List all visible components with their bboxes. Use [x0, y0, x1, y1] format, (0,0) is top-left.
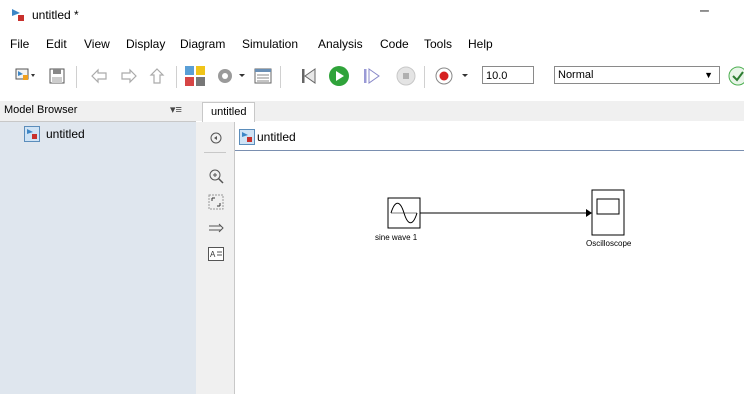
hide-show-icon — [210, 132, 222, 144]
chevron-down-icon: ▼ — [704, 70, 713, 80]
model-explorer-button[interactable] — [252, 64, 274, 88]
record-icon — [435, 67, 468, 85]
tab-untitled[interactable]: untitled — [202, 102, 256, 122]
step-back-button[interactable] — [296, 64, 320, 88]
step-forward-icon — [364, 68, 380, 84]
stop-button[interactable] — [394, 64, 418, 88]
menu-bar: File Edit View Display Diagram Simulatio… — [0, 34, 744, 56]
check-icon — [728, 66, 744, 86]
oscilloscope-block[interactable] — [591, 189, 625, 236]
svg-text:A: A — [210, 250, 216, 259]
menu-display[interactable]: Display — [126, 37, 165, 51]
signal-line[interactable] — [420, 209, 592, 217]
menu-simulation[interactable]: Simulation — [242, 37, 298, 51]
model-icon — [24, 126, 40, 142]
oscilloscope-label: Oscilloscope — [586, 239, 632, 248]
step-forward-button[interactable] — [360, 64, 384, 88]
window-title: untitled * — [32, 8, 79, 22]
minimize-button[interactable]: – — [700, 2, 709, 20]
forward-button[interactable] — [118, 64, 140, 88]
menu-tools[interactable]: Tools — [424, 37, 452, 51]
toolbar: 10.0 Normal ▼ — [0, 60, 744, 92]
model-icon — [239, 129, 255, 145]
stop-time-input[interactable]: 10.0 — [482, 66, 534, 84]
model-browser-menu-button[interactable]: ▾≡ — [170, 103, 182, 116]
sine-wave-block[interactable] — [387, 197, 421, 229]
simulink-logo-icon — [12, 9, 24, 21]
up-icon — [149, 68, 165, 84]
new-model-button[interactable] — [8, 64, 42, 88]
record-button[interactable] — [432, 64, 476, 88]
model-explorer-icon — [254, 68, 272, 84]
forward-icon — [121, 68, 137, 84]
simulation-mode-value: Normal — [558, 69, 594, 81]
menu-diagram[interactable]: Diagram — [180, 37, 225, 51]
step-back-icon — [302, 68, 316, 84]
connect-arrow-icon — [209, 223, 224, 233]
stop-icon — [396, 66, 416, 86]
simulation-mode-select[interactable]: Normal ▼ — [554, 66, 720, 84]
model-settings-icon — [218, 69, 245, 83]
menu-view[interactable]: View — [84, 37, 110, 51]
annotation-button[interactable]: A — [207, 246, 225, 262]
tab-bar: untitled — [196, 101, 744, 122]
fit-to-view-button[interactable] — [207, 194, 225, 210]
save-icon — [49, 68, 65, 84]
menu-file[interactable]: File — [10, 37, 29, 51]
model-browser-tree-item[interactable]: untitled — [24, 125, 85, 143]
new-model-icon — [15, 68, 35, 80]
menu-help[interactable]: Help — [468, 37, 493, 51]
run-icon — [329, 66, 349, 86]
menu-analysis[interactable]: Analysis — [318, 37, 363, 51]
breadcrumb-item[interactable]: untitled — [257, 130, 296, 144]
back-icon — [91, 68, 107, 84]
run-button[interactable] — [326, 64, 352, 88]
back-button[interactable] — [88, 64, 110, 88]
diagram-canvas[interactable]: sine wave 1 Oscilloscope — [235, 151, 744, 394]
tree-item-label: untitled — [46, 127, 85, 141]
model-browser-title: Model Browser — [4, 104, 78, 116]
up-button[interactable] — [146, 64, 168, 88]
library-browser-button[interactable] — [182, 64, 208, 88]
zoom-icon — [209, 169, 224, 184]
library-browser-icon — [185, 66, 205, 86]
model-settings-button[interactable] — [214, 64, 250, 88]
save-button[interactable] — [46, 64, 68, 88]
connect-arrow-button[interactable] — [207, 220, 225, 236]
canvas-palette: A — [196, 122, 235, 394]
model-browser-header: Model Browser ▾≡ — [0, 101, 196, 122]
fit-to-view-icon — [208, 194, 224, 210]
hide-show-button[interactable] — [207, 130, 225, 146]
model-browser-pane: untitled — [0, 122, 196, 394]
diagram-svg — [387, 189, 625, 236]
sine-wave-label: sine wave 1 — [375, 233, 418, 242]
annotation-icon: A — [208, 247, 224, 261]
title-bar: untitled * – — [0, 0, 744, 30]
menu-code[interactable]: Code — [380, 37, 409, 51]
model-advisor-button[interactable] — [728, 64, 744, 88]
menu-edit[interactable]: Edit — [46, 37, 67, 51]
breadcrumb: untitled — [235, 124, 744, 151]
zoom-button[interactable] — [207, 168, 225, 184]
